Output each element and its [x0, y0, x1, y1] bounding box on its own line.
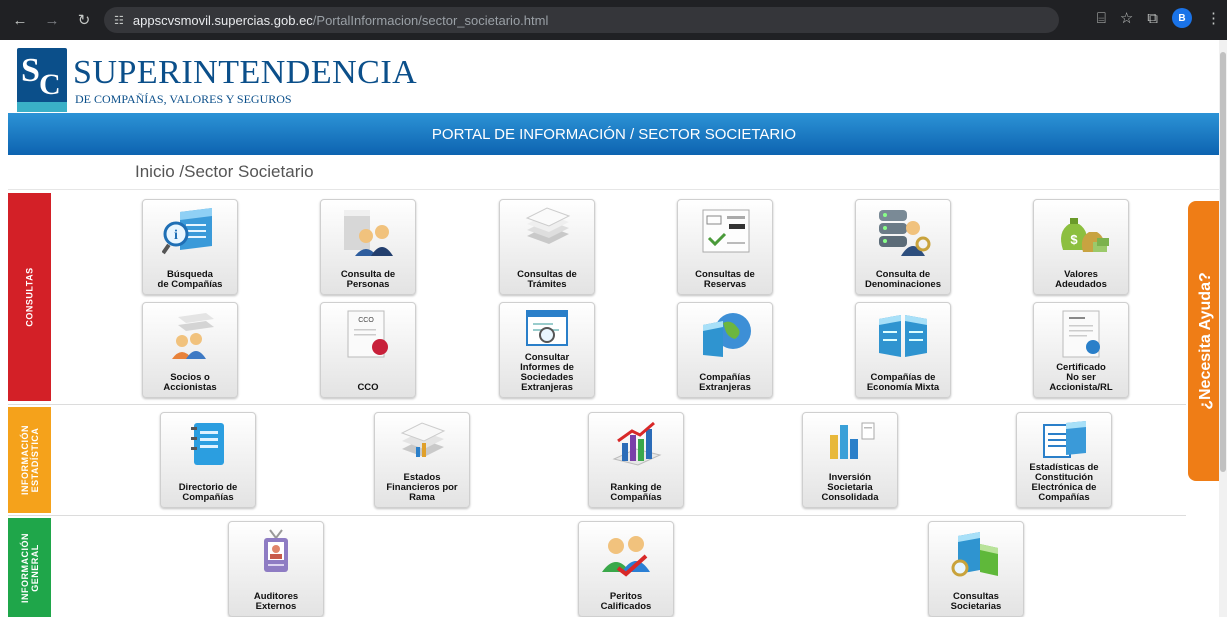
divider [8, 189, 1220, 190]
tile-label: Peritos Calificados [600, 591, 652, 612]
svg-text:CCO: CCO [358, 317, 374, 324]
buildings-search-icon [951, 532, 998, 577]
report-search-icon [526, 310, 568, 346]
tile-label: Consultas Societarias [950, 591, 1002, 612]
stats-document-icon [1043, 421, 1086, 458]
tile-label: Consulta de Personas [340, 269, 396, 290]
svg-text:$: $ [1070, 232, 1078, 247]
tile-label: Inversión Societaria Consolidada [821, 472, 879, 503]
tile-label: Estadísticas de Constitución Electrónica… [1029, 462, 1099, 503]
address-bar[interactable]: ☷ appscvsmovil.supercias.gob.ec/PortalIn… [104, 7, 1059, 33]
logo-title: SUPERINTENDENCIA [73, 54, 418, 91]
section-divider [8, 404, 1186, 405]
banner-title: PORTAL DE INFORMACIÓN / SECTOR SOCIETARI… [431, 125, 797, 143]
tile-inversion-societaria[interactable]: Inversión Societaria Consolidada [802, 412, 898, 508]
extensions-icon[interactable]: ⧉ [1147, 10, 1158, 27]
investment-chart-icon [830, 422, 875, 459]
database-user-icon [879, 210, 931, 256]
translate-icon[interactable]: ⌸ [1097, 10, 1106, 27]
tile-estadisticas-constitucion[interactable]: Estadísticas de Constitución Electrónica… [1016, 412, 1112, 508]
tile-label: Compañías Extranjeras [699, 372, 751, 393]
tile-busqueda-companias[interactable]: i Búsqueda de Compañías [142, 199, 238, 295]
notebook-icon [191, 423, 224, 465]
url-path: /PortalInformacion/sector_societario.htm… [312, 12, 549, 28]
tile-economia-mixta[interactable]: Compañías de Economía Mixta [855, 302, 951, 398]
site-info-icon[interactable]: ☷ [114, 14, 124, 27]
tile-label: Certificado No ser Accionista/RL [1049, 362, 1113, 393]
scrollbar-thumb[interactable] [1220, 52, 1226, 472]
tile-peritos-calificados[interactable]: Peritos Calificados [578, 521, 674, 617]
paper-stack-icon [525, 207, 571, 244]
tile-label: Consultar Informes de Sociedades Extranj… [520, 352, 574, 393]
tile-ranking-companias[interactable]: Ranking de Compañías [588, 412, 684, 508]
experts-check-icon [602, 536, 650, 577]
tile-informes-extranjeras[interactable]: Consultar Informes de Sociedades Extranj… [499, 302, 595, 398]
tile-label: Estados Financieros por Rama [386, 472, 458, 503]
browser-toolbar: ← → ↻ ☷ appscvsmovil.supercias.gob.ec/Po… [0, 0, 1227, 40]
help-tab-label: ¿Necesita Ayuda? [1196, 272, 1214, 410]
section-label-consultas: CONSULTAS [8, 193, 51, 401]
tile-label: Ranking de Compañías [610, 482, 662, 503]
tile-valores-adeudados[interactable]: $ Valores Adeudados [1033, 199, 1129, 295]
svg-text:i: i [174, 228, 178, 243]
building-search-icon: i [162, 208, 212, 255]
bookmark-star-icon[interactable]: ☆ [1120, 9, 1133, 27]
tile-consultas-reservas[interactable]: Consultas de Reservas [677, 199, 773, 295]
tile-label: Directorio de Compañías [178, 482, 238, 503]
tile-socios-accionistas[interactable]: Socios o Accionistas [142, 302, 238, 398]
tile-estados-financieros[interactable]: Estados Financieros por Rama [374, 412, 470, 508]
certificate-doc-icon [1062, 310, 1100, 358]
tile-label: CCO [357, 382, 379, 393]
breadcrumb: Inicio /Sector Societario [135, 162, 314, 181]
globe-building-icon [703, 313, 751, 357]
url-host: appscvsmovil.supercias.gob.ec [132, 12, 313, 28]
tile-consultas-tramites[interactable]: Consultas de Trámites [499, 199, 595, 295]
forward-arrow-icon[interactable]: → [40, 8, 64, 32]
menu-kebab-icon[interactable]: ⋮ [1206, 9, 1221, 27]
site-logo[interactable]: S C SUPERINTENDENCIA DE COMPAÑÍAS, VALOR… [17, 48, 417, 112]
tile-consulta-denominaciones[interactable]: Consulta de Denominaciones [855, 199, 951, 295]
section-banner: PORTAL DE INFORMACIÓN / SECTOR SOCIETARI… [8, 113, 1220, 155]
ranking-chart-icon [612, 421, 662, 466]
tile-auditores-externos[interactable]: Auditores Externos [228, 521, 324, 617]
tile-label: Auditores Externos [253, 591, 299, 612]
reservation-card-icon [702, 209, 750, 253]
logo-subtitle: DE COMPAÑÍAS, VALORES Y SEGUROS [75, 92, 292, 106]
back-arrow-icon[interactable]: ← [8, 8, 32, 32]
page-scrollbar[interactable] [1219, 40, 1227, 617]
shareholders-icon [172, 313, 214, 359]
section-label-estadistica: INFORMACIÓN ESTADÍSTICA [8, 407, 51, 513]
tile-label: Compañías de Economía Mixta [866, 372, 940, 393]
tile-label: Búsqueda de Compañías [157, 269, 223, 290]
id-badge-icon [264, 529, 288, 572]
page-content: S C SUPERINTENDENCIA DE COMPAÑÍAS, VALOR… [0, 40, 1227, 617]
profile-avatar[interactable]: B [1172, 8, 1192, 28]
reload-icon[interactable]: ↻ [72, 8, 96, 32]
tile-label: Consultas de Reservas [695, 269, 755, 290]
tile-label: Consulta de Denominaciones [864, 269, 942, 290]
financial-docs-icon [400, 422, 446, 457]
tile-label: Valores Adeudados [1055, 269, 1107, 290]
section-divider [8, 515, 1186, 516]
tile-consultas-societarias[interactable]: Consultas Societarias [928, 521, 1024, 617]
help-tab[interactable]: ¿Necesita Ayuda? [1188, 201, 1223, 481]
people-building-icon [344, 210, 393, 256]
tile-consulta-personas[interactable]: Consulta de Personas [320, 199, 416, 295]
tile-certificado-no-accionista[interactable]: Certificado No ser Accionista/RL [1033, 302, 1129, 398]
tile-cco[interactable]: CCO CCO [320, 302, 416, 398]
sc-monogram-logo: S C [17, 48, 67, 112]
tile-label: Consultas de Trámites [517, 269, 577, 290]
tile-companias-extranjeras[interactable]: Compañías Extranjeras [677, 302, 773, 398]
section-label-general: INFORMACIÓN GENERAL [8, 518, 51, 617]
tile-label: Socios o Accionistas [163, 372, 217, 393]
twin-buildings-icon [879, 315, 927, 357]
tile-directorio-companias[interactable]: Directorio de Compañías [160, 412, 256, 508]
certificate-seal-icon: CCO [347, 310, 388, 358]
money-bags-icon: $ [1061, 218, 1109, 252]
